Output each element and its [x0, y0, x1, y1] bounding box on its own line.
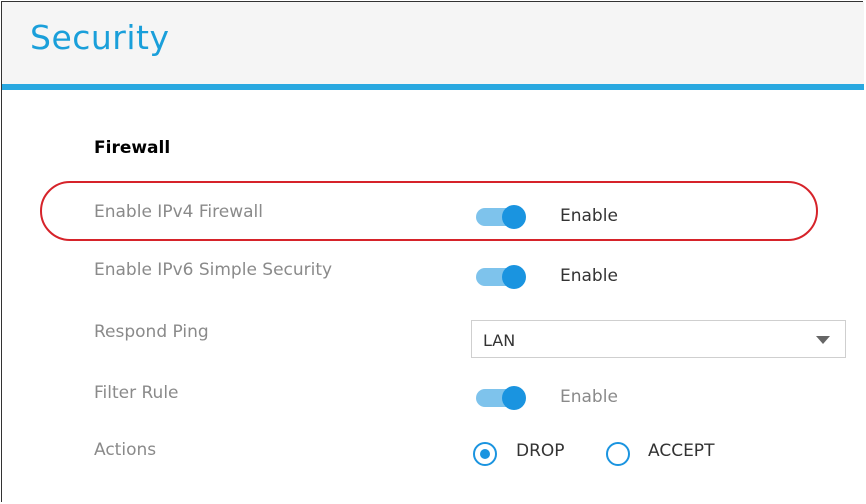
action-accept-radio[interactable] — [606, 442, 630, 466]
toggle-knob — [502, 386, 526, 410]
respond-ping-select[interactable]: LAN — [471, 320, 846, 358]
action-accept-label[interactable]: ACCEPT — [648, 441, 714, 461]
toggle-knob — [502, 265, 526, 289]
ipv4-firewall-label: Enable IPv4 Firewall — [94, 202, 263, 222]
ipv6-security-label: Enable IPv6 Simple Security — [94, 260, 333, 280]
chevron-down-icon — [816, 336, 830, 344]
header-accent-bar — [2, 84, 864, 90]
action-drop-radio[interactable] — [473, 442, 497, 466]
filter-rule-toggle[interactable] — [476, 386, 526, 410]
radio-selected-dot — [480, 449, 490, 459]
action-drop-label[interactable]: DROP — [516, 441, 565, 461]
ipv4-firewall-toggle[interactable] — [476, 205, 526, 229]
filter-rule-label: Filter Rule — [94, 383, 179, 403]
page-header: Security — [2, 2, 864, 84]
filter-rule-toggle-text: Enable — [560, 387, 618, 407]
ipv4-firewall-toggle-text: Enable — [560, 206, 618, 226]
respond-ping-value: LAN — [483, 331, 516, 350]
ipv6-security-toggle-text: Enable — [560, 266, 618, 286]
toggle-knob — [502, 205, 526, 229]
section-title-firewall: Firewall — [94, 138, 171, 158]
page-title: Security — [30, 18, 170, 57]
respond-ping-label: Respond Ping — [94, 322, 209, 342]
actions-label: Actions — [94, 440, 157, 460]
ipv6-security-toggle[interactable] — [476, 265, 526, 289]
